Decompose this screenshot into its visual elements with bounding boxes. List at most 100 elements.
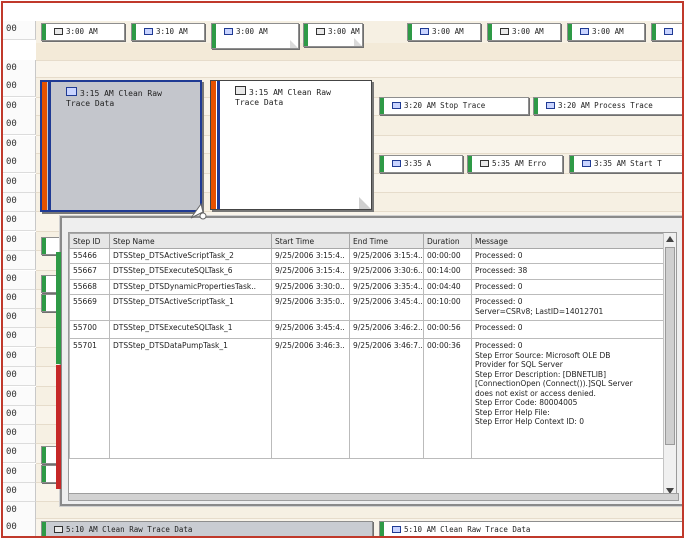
timeline-frame: 00 00 00 00 00 00 00 00 00 00 00 00 00 00 00 00 00 00 00 00… — [1, 1, 684, 538]
document-icon — [500, 28, 509, 35]
chip-label: 3:00 AM — [432, 27, 464, 36]
col-header-message[interactable]: Message — [471, 233, 666, 249]
flag-icon — [582, 160, 591, 167]
schedule-chip[interactable]: 3:00 AM — [407, 23, 481, 41]
schedule-chip[interactable]: 3:10 AM — [131, 23, 205, 41]
status-bar — [304, 24, 308, 46]
cell-end-time: 9/25/2006 3:35:4.. — [349, 279, 424, 295]
card-title: 3:15 AM Clean Raw — [80, 89, 162, 98]
row-label: 00 — [3, 290, 36, 309]
scroll-up-arrow-icon[interactable] — [666, 236, 674, 242]
status-bar — [380, 156, 384, 172]
cell-step-id: 55669 — [69, 294, 110, 321]
schedule-chip[interactable]: 5:10 AM Clean Raw Trace Data — [41, 521, 373, 536]
vertical-scrollbar[interactable] — [663, 233, 676, 497]
message-line: Processed: 0 — [475, 341, 523, 350]
col-header-duration[interactable]: Duration — [423, 233, 472, 249]
schedule-chip[interactable]: 3:00 AM — [487, 23, 561, 41]
table-row[interactable]: 55668 DTSStep_DTSDynamicPropertiesTask.. 9… — [69, 279, 666, 295]
row-label: 00 — [3, 271, 36, 290]
row-label: 00 — [3, 328, 36, 347]
status-bar — [380, 98, 384, 114]
timeline-band — [36, 60, 682, 78]
cell-end-time: 9/25/2006 3:46:7.. — [349, 338, 424, 459]
chip-label: 5:35 AM Erro — [492, 159, 547, 168]
document-icon — [480, 160, 489, 167]
message-line: Processed: 0 — [475, 297, 523, 306]
row-label: 00 — [3, 367, 36, 386]
col-header-end-time[interactable]: End Time — [349, 233, 424, 249]
col-header-step-id[interactable]: Step ID — [69, 233, 110, 249]
task-card-selected[interactable]: 3:15 AM Clean Raw Trace Data — [40, 80, 202, 212]
schedule-chip[interactable] — [651, 23, 682, 41]
status-stripe-blue — [217, 81, 220, 209]
schedule-chip[interactable]: 3:00 AM — [303, 23, 363, 47]
row-label: 00 — [3, 212, 36, 231]
table-row[interactable]: 55700 DTSStep_DTSExecuteSQLTask_1 9/25/200… — [69, 320, 666, 339]
cell-start-time: 9/25/2006 3:45:4.. — [271, 320, 350, 339]
cell-step-name: DTSStep_DTSActiveScriptTask_1 — [109, 294, 272, 321]
scroll-thumb[interactable] — [665, 247, 675, 445]
row-label: 00 — [3, 309, 36, 328]
schedule-chip[interactable]: 5:35 AM Erro — [467, 155, 563, 173]
schedule-chip[interactable]: 3:20 AM Process Trace — [533, 97, 682, 115]
message-line: Provider for SQL Server — [475, 360, 563, 369]
page-curl — [354, 38, 362, 46]
row-label: 00 — [3, 21, 36, 40]
status-bar — [568, 24, 572, 40]
status-bar — [42, 276, 46, 292]
status-bar — [42, 466, 46, 482]
cell-duration: 00:14:00 — [423, 263, 472, 280]
status-bar — [42, 447, 46, 463]
cell-start-time: 9/25/2006 3:46:3.. — [271, 338, 350, 459]
cell-end-time: 9/25/2006 3:45:4.. — [349, 294, 424, 321]
schedule-chip[interactable]: 3:00 AM — [567, 23, 645, 41]
table-row[interactable]: 55466 DTSStep_DTSActiveScriptTask_2 9/25/2… — [69, 248, 666, 264]
cell-end-time: 9/25/2006 3:46:2.. — [349, 320, 424, 339]
status-bar — [132, 24, 136, 40]
card-subtitle: Trace Data — [66, 99, 115, 108]
chip-label: 3:00 AM — [512, 27, 544, 36]
message-line: Processed: 0 — [475, 282, 523, 291]
row-label: 00 — [3, 136, 36, 155]
chip-label: 3:20 AM Stop Trace — [404, 101, 486, 110]
col-header-step-name[interactable]: Step Name — [109, 233, 272, 249]
status-bar — [380, 522, 384, 536]
flag-icon — [664, 28, 673, 35]
status-stripe-orange — [211, 81, 216, 209]
flag-icon — [392, 526, 401, 533]
row-label: 00 — [3, 60, 36, 79]
page-curl — [290, 40, 298, 48]
status-stripe-orange — [42, 82, 47, 210]
step-log-popup: Step ID Step Name Start Time End Time Du… — [60, 216, 682, 506]
message-line: Step Error Help Context ID: 0 — [475, 417, 585, 426]
cell-step-name: DTSStep_DTSActiveScriptTask_2 — [109, 248, 272, 264]
popup-pointer-icon — [190, 202, 207, 220]
chip-label: 3:35 A — [404, 159, 432, 168]
task-card[interactable]: 3:15 AM Clean Raw Trace Data — [210, 80, 372, 210]
schedule-chip[interactable]: 3:00 AM — [41, 23, 125, 41]
cell-step-name: DTSStep_DTSDynamicPropertiesTask.. — [109, 279, 272, 295]
message-line: Step Error Help File: — [475, 407, 550, 417]
chip-label: 3:00 AM — [236, 27, 268, 36]
horizontal-scrollbar[interactable] — [68, 493, 679, 501]
schedule-chip[interactable]: 3:35 AM Start T — [569, 155, 682, 173]
schedule-chip[interactable]: 3:00 AM — [211, 23, 299, 49]
table-row[interactable]: 55701 DTSStep_DTSDataPumpTask_1 9/25/2006 … — [69, 338, 666, 459]
step-log-table: Step ID Step Name Start Time End Time Du… — [69, 233, 666, 459]
schedule-chip[interactable]: 3:20 AM Stop Trace — [379, 97, 529, 115]
table-row[interactable]: 55667 DTSStep_DTSExecuteSQLTask_6 9/25/200… — [69, 263, 666, 280]
row-label: 00 — [3, 116, 36, 135]
message-line: Step Error Source: Microsoft OLE DB — [475, 350, 611, 360]
row-label: 00 — [3, 98, 36, 117]
status-bar — [42, 238, 46, 254]
message-line: Processed: 0 — [475, 323, 523, 332]
message-line: Step Error Description: [DBNETLIB] — [475, 369, 606, 379]
schedule-chip[interactable]: 5:10 AM Clean Raw Trace Data — [379, 521, 682, 536]
schedule-chip[interactable]: 3:35 A — [379, 155, 463, 173]
step-log-grid: Step ID Step Name Start Time End Time Du… — [68, 232, 677, 498]
cell-message: Processed: 0 — [471, 279, 666, 295]
cell-step-name: DTSStep_DTSExecuteSQLTask_6 — [109, 263, 272, 280]
table-row[interactable]: 55669 DTSStep_DTSActiveScriptTask_1 9/25/2… — [69, 294, 666, 321]
col-header-start-time[interactable]: Start Time — [271, 233, 350, 249]
